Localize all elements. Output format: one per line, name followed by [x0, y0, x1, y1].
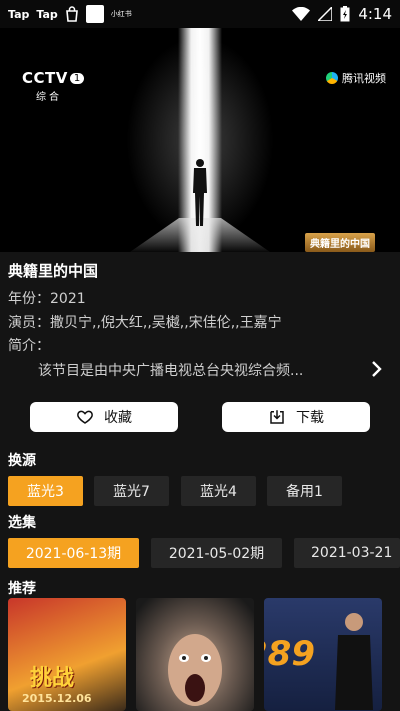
download-button[interactable]: 下载	[222, 402, 370, 432]
source-chip-3[interactable]: 蓝光4	[181, 476, 256, 506]
poster-1-title: 挑战	[30, 666, 75, 691]
source-chip-1[interactable]: 蓝光3	[8, 476, 83, 506]
video-person-silhouette	[193, 159, 207, 226]
episode-section-label: 选集	[8, 515, 36, 531]
status-app-tap-1: Tap	[8, 7, 30, 21]
status-time: 4:14	[358, 5, 392, 23]
intro-text[interactable]: 该节目是由中央广播电视总台央视综合频...	[38, 360, 338, 380]
favorite-label: 收藏	[104, 410, 132, 426]
recommend-poster-1[interactable]: 挑战 2015.12.06	[8, 598, 126, 711]
status-bar: Tap Tap 小红书 4:14	[0, 0, 400, 28]
poster-3-person	[335, 613, 373, 710]
year-text: 年份：2021	[8, 291, 86, 307]
recommend-section-label: 推荐	[8, 581, 36, 597]
episode-chip-3[interactable]: 2021-03-21	[294, 538, 400, 568]
battery-icon	[340, 6, 350, 22]
heart-icon	[77, 410, 93, 424]
source-chip-2[interactable]: 蓝光7	[94, 476, 169, 506]
recommend-list: 挑战 2015.12.06 289	[0, 598, 400, 711]
poster-3-watermark: 289	[264, 634, 315, 674]
tencent-video-icon	[326, 72, 338, 84]
status-small-text: 小红书	[110, 10, 132, 18]
poster-1-date: 2015.12.06	[22, 692, 92, 705]
episode-chip-2[interactable]: 2021-05-02期	[151, 538, 282, 568]
download-icon	[270, 410, 284, 424]
favorite-button[interactable]: 收藏	[30, 402, 178, 432]
intro-label: 简介：	[8, 338, 50, 354]
tencent-video-logo: 腾讯视频	[326, 70, 386, 86]
chevron-right-icon[interactable]	[370, 360, 384, 378]
notification-square-icon	[85, 5, 104, 23]
show-title-badge: 典籍里的中国	[305, 233, 375, 252]
recommend-poster-2[interactable]	[136, 598, 254, 711]
status-app-tap-2: Tap	[36, 7, 58, 21]
episode-chip-1[interactable]: 2021-06-13期	[8, 538, 139, 568]
wifi-icon	[292, 7, 311, 21]
poster-2-face	[168, 634, 222, 706]
source-chip-4[interactable]: 备用1	[267, 476, 342, 506]
cast-text: 演员：撒贝宁,,倪大红,,吴樾,,宋佳伦,,王嘉宁	[8, 315, 282, 331]
signal-icon	[318, 7, 333, 21]
download-label: 下载	[296, 410, 324, 426]
show-title: 典籍里的中国	[8, 262, 99, 280]
shopping-bag-icon	[65, 6, 78, 22]
cctv-logo: CCTV 1 综合	[22, 68, 85, 103]
video-player[interactable]: CCTV 1 综合 腾讯视频 典籍里的中国	[0, 28, 400, 252]
source-section-label: 换源	[8, 453, 36, 469]
recommend-poster-3[interactable]: 289	[264, 598, 382, 711]
